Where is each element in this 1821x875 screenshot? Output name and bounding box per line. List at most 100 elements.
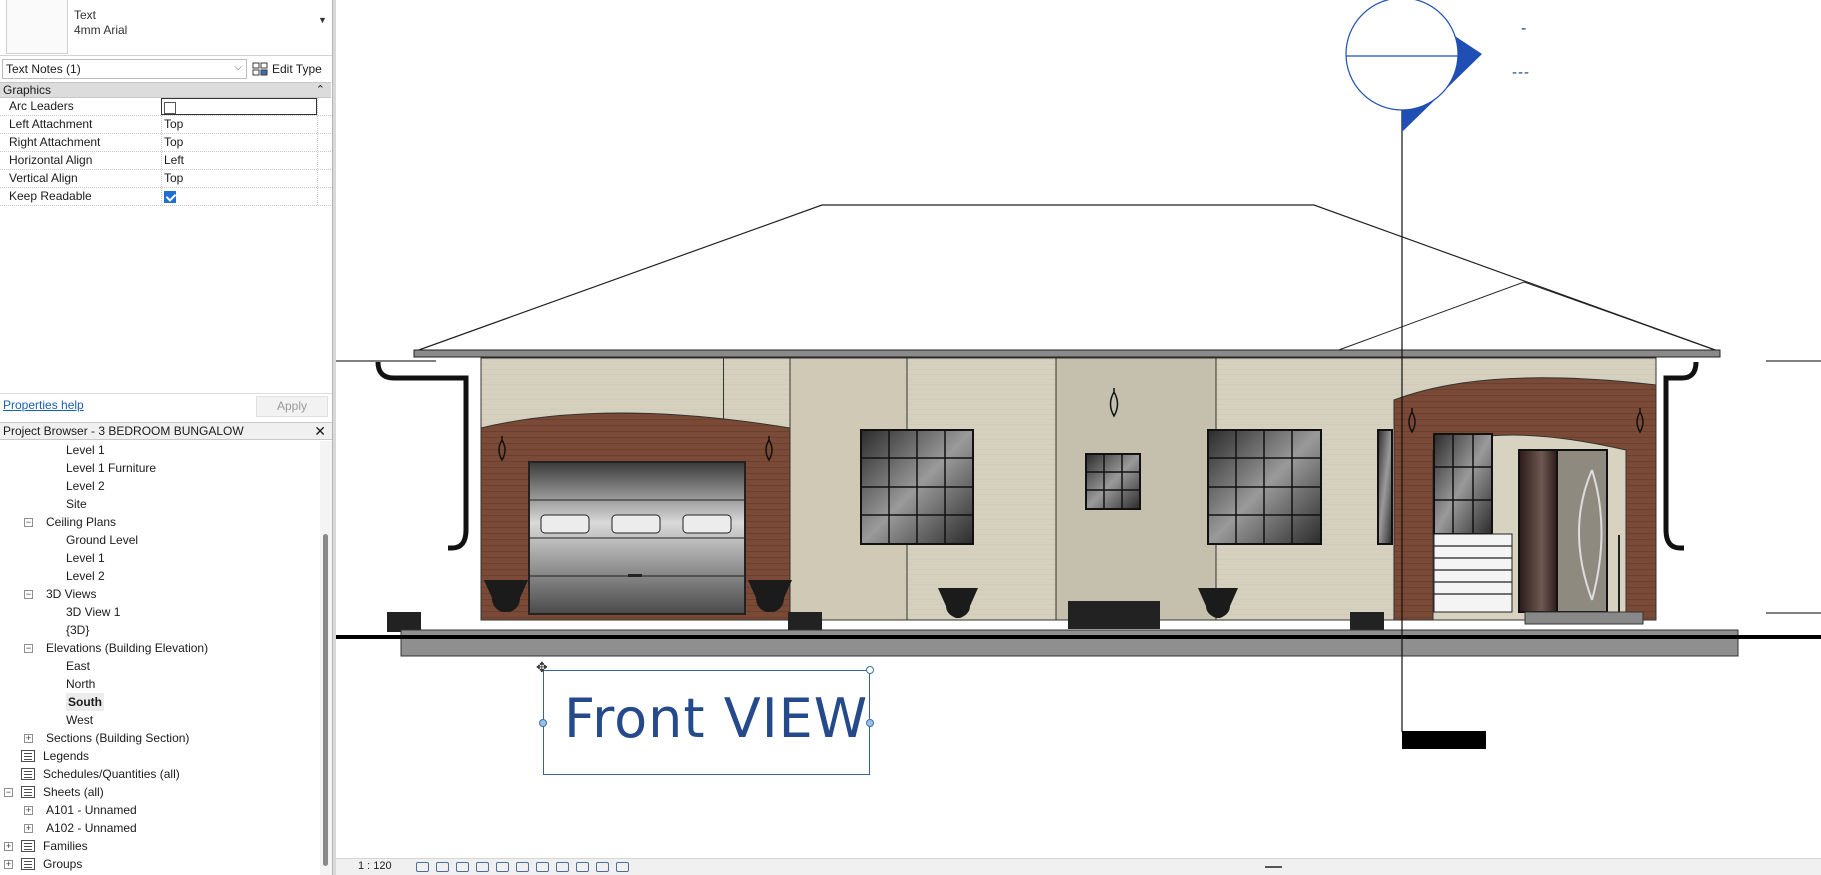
browser-node[interactable]: − 3D Views bbox=[0, 585, 318, 603]
browser-node-label: Elevations (Building Elevation) bbox=[46, 641, 209, 655]
collapse-icon[interactable]: − bbox=[4, 788, 13, 797]
browser-tree: Level 1 Level 1 Furniture Level 2 Site − Ceil… bbox=[0, 441, 318, 875]
browser-node[interactable]: South bbox=[0, 693, 318, 711]
browser-node[interactable]: + A102 - Unnamed bbox=[0, 819, 318, 837]
crop-view-icon[interactable] bbox=[496, 862, 509, 872]
prop-row-arc-leaders: Arc Leaders bbox=[0, 98, 331, 116]
collapse-icon[interactable]: ⌃ bbox=[316, 83, 325, 97]
collapse-icon[interactable]: − bbox=[24, 644, 33, 653]
prop-name: Arc Leaders bbox=[9, 99, 74, 113]
view-title-text[interactable]: Front VIEW bbox=[564, 687, 868, 750]
browser-node[interactable]: Level 2 bbox=[0, 567, 318, 585]
browser-node-label: 3D Views bbox=[46, 587, 97, 601]
chevron-down-icon: ⌵ bbox=[234, 62, 242, 73]
prop-row-horizontal-align: Horizontal Align Left bbox=[0, 152, 331, 170]
expand-icon[interactable]: + bbox=[4, 860, 13, 869]
browser-node[interactable]: Site bbox=[0, 495, 318, 513]
elevation-marker-bottom-text: --- bbox=[1512, 64, 1530, 81]
edit-type-label: Edit Type bbox=[272, 62, 322, 76]
constraints-icon[interactable] bbox=[616, 862, 629, 872]
show-crop-icon[interactable] bbox=[516, 862, 529, 872]
browser-node-label: Groups bbox=[43, 857, 83, 871]
sun-path-icon[interactable] bbox=[456, 862, 469, 872]
type-selector[interactable]: Text 4mm Arial ▼ bbox=[0, 0, 332, 56]
detail-level-icon[interactable] bbox=[416, 862, 429, 872]
browser-node[interactable]: West bbox=[0, 711, 318, 729]
text-note-selected[interactable]: Front VIEW ✥ bbox=[536, 659, 874, 775]
browser-node[interactable]: + Families bbox=[0, 837, 318, 855]
browser-node-label: {3D} bbox=[66, 623, 90, 637]
browser-node[interactable]: Level 2 bbox=[0, 477, 318, 495]
browser-node[interactable]: Legends bbox=[0, 747, 318, 765]
browser-node[interactable]: + Groups bbox=[0, 855, 318, 873]
collapse-icon[interactable]: − bbox=[24, 518, 33, 527]
collapse-icon[interactable]: − bbox=[24, 590, 33, 599]
browser-node[interactable]: Schedules/Quantities (all) bbox=[0, 765, 318, 783]
rotate-grip[interactable] bbox=[866, 666, 874, 674]
browser-node[interactable]: − Sheets (all) bbox=[0, 783, 318, 801]
prop-value[interactable]: Left bbox=[161, 152, 317, 169]
browser-node[interactable]: {3D} bbox=[0, 621, 318, 639]
text-grip-right[interactable] bbox=[866, 719, 874, 727]
browser-node-label: Sections (Building Section) bbox=[46, 731, 190, 745]
browser-node[interactable]: − Ceiling Plans bbox=[0, 513, 318, 531]
browser-node[interactable]: North bbox=[0, 675, 318, 693]
worksharing-icon[interactable] bbox=[576, 862, 589, 872]
browser-node[interactable]: − Elevations (Building Elevation) bbox=[0, 639, 318, 657]
instance-row: Text Notes (1) ⌵ Edit Type bbox=[0, 59, 332, 81]
browser-node-label: Level 1 Furniture bbox=[66, 461, 157, 475]
prop-name: Vertical Align bbox=[9, 171, 78, 185]
browser-node[interactable]: Level 1 bbox=[0, 441, 318, 459]
left-panel: Text 4mm Arial ▼ Text Notes (1) ⌵ Edit T… bbox=[0, 0, 333, 875]
prop-value[interactable]: Top bbox=[161, 170, 317, 187]
browser-node[interactable]: East bbox=[0, 657, 318, 675]
chevron-down-icon[interactable]: ▼ bbox=[318, 15, 327, 25]
browser-node-label: A102 - Unnamed bbox=[46, 821, 137, 835]
expand-icon[interactable]: + bbox=[24, 806, 33, 815]
view-control-bar: 1 : 120 bbox=[336, 858, 1821, 875]
close-icon[interactable]: ✕ bbox=[314, 423, 326, 439]
edit-type-button[interactable]: Edit Type bbox=[252, 59, 328, 79]
browser-category-icon bbox=[21, 768, 35, 780]
elevation-marker-top-text: - bbox=[1521, 20, 1527, 37]
browser-node-label: Level 1 bbox=[66, 551, 105, 565]
properties-help-link[interactable]: Properties help bbox=[3, 398, 84, 412]
expand-icon[interactable]: + bbox=[4, 842, 13, 851]
prop-value[interactable]: Top bbox=[161, 134, 317, 151]
browser-node[interactable]: Level 1 bbox=[0, 549, 318, 567]
temporary-hide-icon[interactable] bbox=[536, 862, 549, 872]
expand-icon[interactable]: + bbox=[24, 824, 33, 833]
browser-node-label: Level 2 bbox=[66, 569, 105, 583]
project-browser-title: Project Browser - 3 BEDROOM BUNGALOW ✕ bbox=[0, 422, 332, 440]
view-scale[interactable]: 1 : 120 bbox=[358, 860, 392, 872]
visual-style-icon[interactable] bbox=[436, 862, 449, 872]
browser-scrollbar[interactable] bbox=[320, 441, 332, 875]
browser-node[interactable]: Ground Level bbox=[0, 531, 318, 549]
analytical-model-icon[interactable] bbox=[596, 862, 609, 872]
properties-group-graphics[interactable]: Graphics ⌃ bbox=[0, 82, 331, 98]
group-label: Graphics bbox=[3, 83, 52, 97]
prop-value-field[interactable] bbox=[161, 188, 317, 205]
text-grip-left[interactable] bbox=[539, 719, 547, 727]
instance-filter-dropdown[interactable]: Text Notes (1) ⌵ bbox=[2, 59, 247, 79]
browser-node-label: Level 2 bbox=[66, 479, 105, 493]
drawing-canvas[interactable]: - --- Front VIEW ✥ bbox=[336, 0, 1821, 858]
prop-value[interactable]: Top bbox=[161, 116, 317, 133]
prop-value-field[interactable] bbox=[161, 98, 317, 115]
apply-button[interactable]: Apply bbox=[256, 396, 328, 417]
shadows-icon[interactable] bbox=[476, 862, 489, 872]
reveal-hidden-icon[interactable] bbox=[556, 862, 569, 872]
arc-leaders-checkbox[interactable] bbox=[164, 102, 176, 114]
browser-node[interactable]: + Sections (Building Section) bbox=[0, 729, 318, 747]
browser-node[interactable]: Level 1 Furniture bbox=[0, 459, 318, 477]
move-icon[interactable]: ✥ bbox=[536, 659, 548, 676]
browser-node-label: Legends bbox=[43, 749, 90, 763]
edit-type-icon bbox=[252, 62, 268, 76]
keep-readable-checkbox[interactable] bbox=[164, 191, 176, 203]
browser-node-label: East bbox=[66, 659, 91, 673]
revit-window: Text 4mm Arial ▼ Text Notes (1) ⌵ Edit T… bbox=[0, 0, 1821, 875]
expand-icon[interactable]: + bbox=[24, 734, 33, 743]
browser-node[interactable]: + A101 - Unnamed bbox=[0, 801, 318, 819]
scrollbar-thumb[interactable] bbox=[323, 534, 328, 866]
browser-node[interactable]: 3D View 1 bbox=[0, 603, 318, 621]
